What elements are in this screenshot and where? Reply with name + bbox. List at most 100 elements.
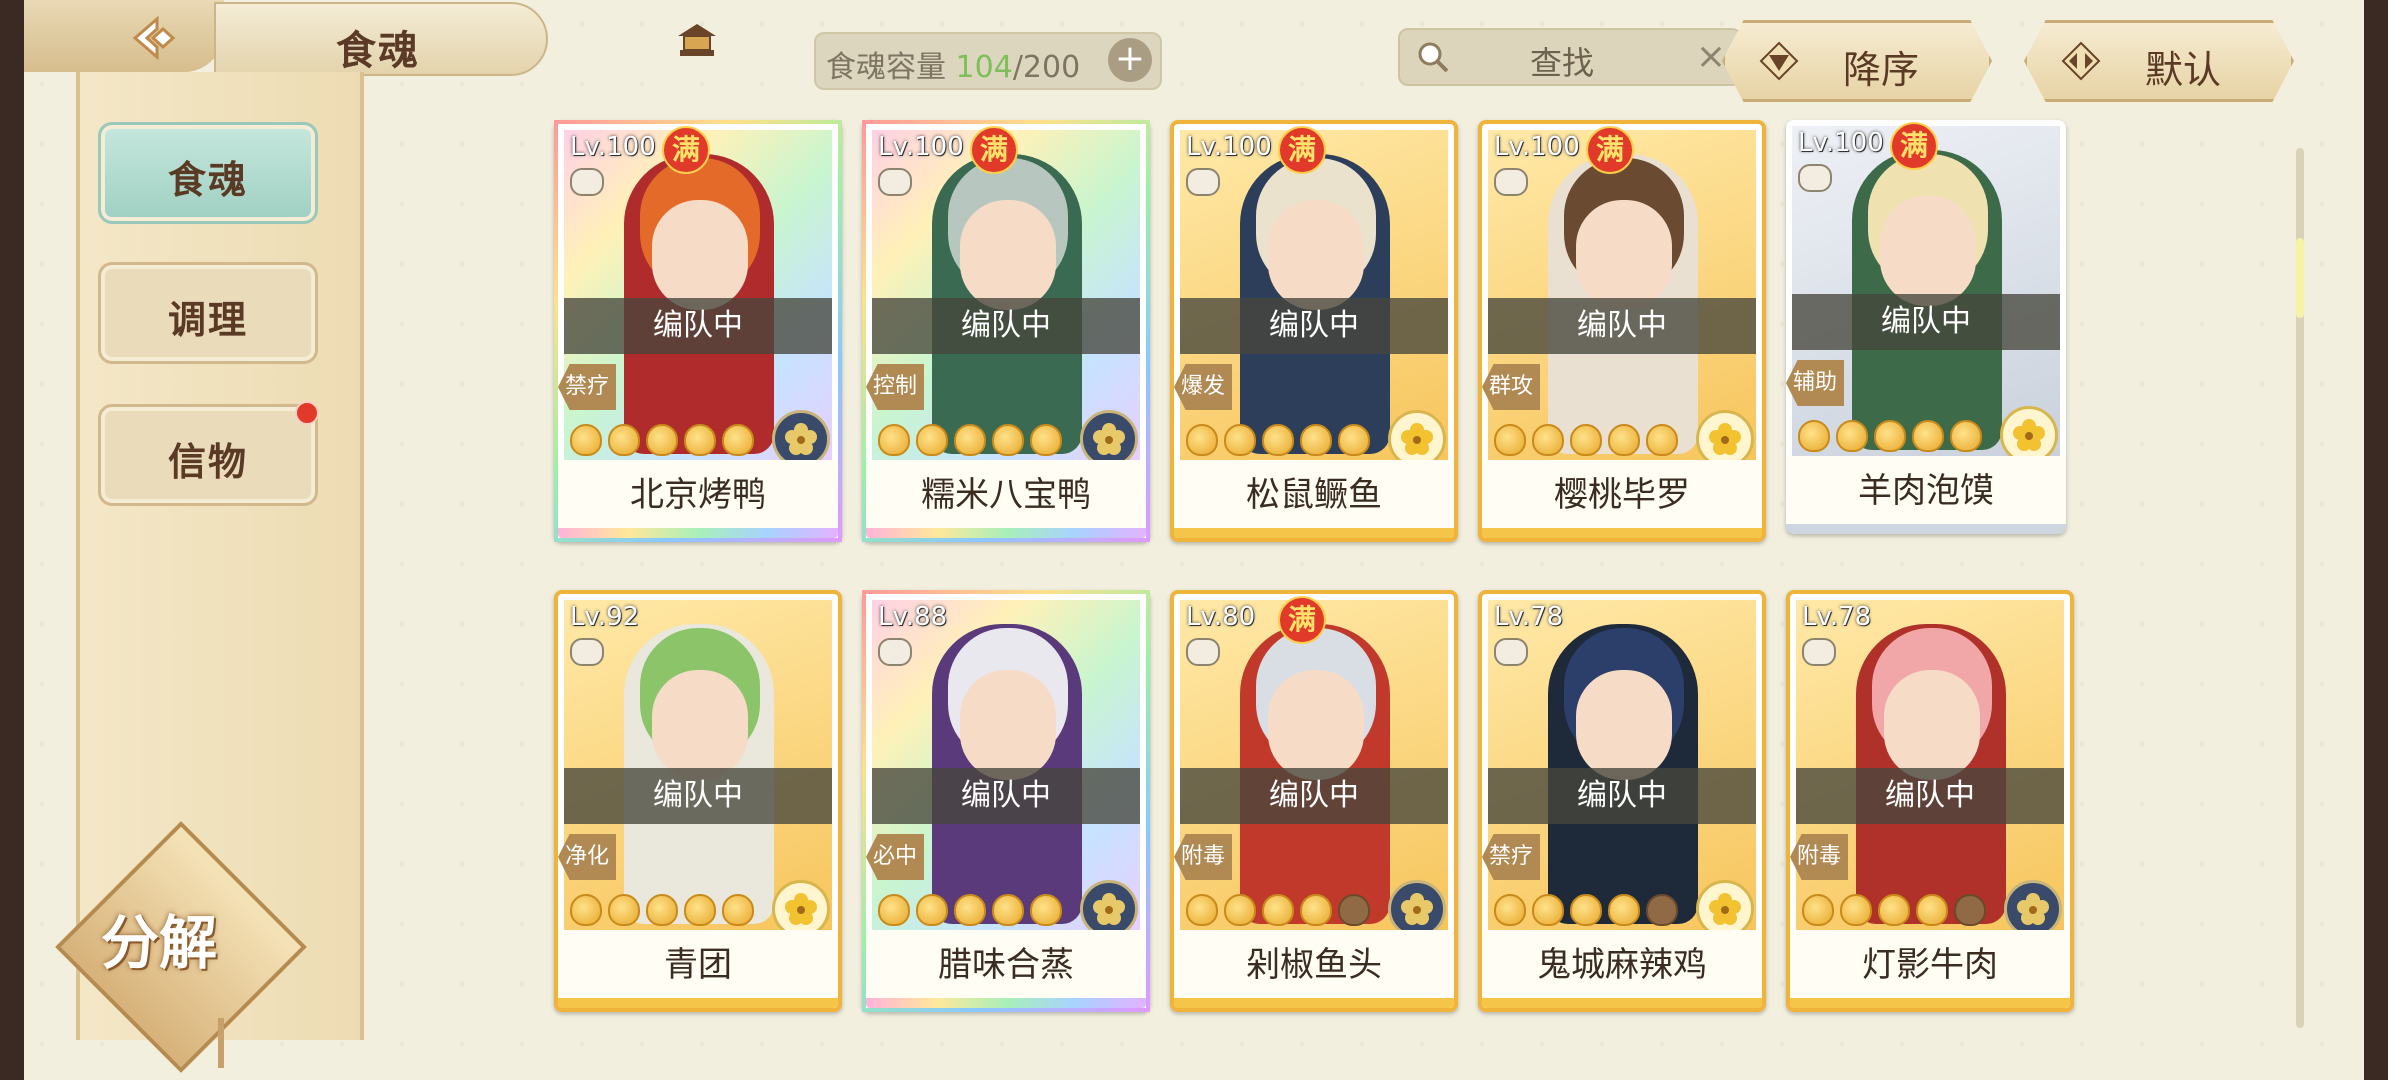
flame-star-icon: [1300, 424, 1332, 456]
level-label: Lv.92: [570, 602, 640, 632]
flame-star-icon: [1874, 420, 1906, 452]
food-soul-name: 糯米八宝鸭: [866, 460, 1146, 530]
flame-star-icon: [1532, 894, 1564, 926]
food-soul-card[interactable]: Lv.100 满编队中 群攻 樱桃毕罗: [1478, 120, 1766, 542]
role-tag: 附毒: [1790, 834, 1848, 880]
flame-star-icon: [878, 424, 910, 456]
lock-icon[interactable]: [1186, 638, 1220, 666]
lock-icon[interactable]: [1798, 164, 1832, 192]
character-face: [1268, 200, 1364, 310]
flame-star-icon: [1186, 894, 1218, 926]
flame-star-icon: [684, 424, 716, 456]
home-pavilion-icon[interactable]: [676, 22, 718, 58]
game-screen: 食魂 食魂容量 104/200 + 查找 × 降序 默认 食魂 调理 信物 分解…: [24, 0, 2364, 1080]
food-soul-card[interactable]: Lv.100 满编队中 爆发 松鼠鳜鱼: [1170, 120, 1458, 542]
food-soul-card[interactable]: Lv.100 满编队中 禁疗 北京烤鸭: [554, 120, 842, 542]
role-tag: 禁疗: [558, 364, 616, 410]
sort-default-button[interactable]: 默认: [2024, 20, 2294, 102]
flower-icon: [1093, 423, 1125, 455]
food-soul-card[interactable]: Lv.100 满编队中 控制 糯米八宝鸭: [862, 120, 1150, 542]
character-face: [652, 200, 748, 310]
star-rating: [1186, 424, 1370, 456]
tassel-decoration: [218, 1018, 224, 1068]
character-face: [652, 670, 748, 780]
food-soul-card[interactable]: Lv.92 编队中 净化 青团: [554, 590, 842, 1012]
scrollbar-thumb[interactable]: [2296, 238, 2304, 318]
character-face: [1268, 670, 1364, 780]
food-soul-card[interactable]: Lv.88 编队中 必中 腊味合蒸: [862, 590, 1150, 1012]
flame-star-icon: [1608, 894, 1640, 926]
flame-star-icon: [1802, 894, 1834, 926]
flame-star-icon: [878, 894, 910, 926]
rarity-strip: [558, 528, 838, 538]
in-team-label: 编队中: [1180, 768, 1448, 824]
sidebar-item-food-souls[interactable]: 食魂: [98, 122, 318, 224]
star-rating: [878, 424, 1062, 456]
level-label: Lv.80: [1186, 602, 1256, 632]
flame-star-icon: [608, 424, 640, 456]
food-soul-name: 樱桃毕罗: [1482, 460, 1762, 530]
max-badge: 满: [1586, 126, 1634, 174]
level-label: Lv.100: [1186, 132, 1272, 162]
max-badge: 满: [1278, 126, 1326, 174]
lock-icon[interactable]: [1494, 168, 1528, 196]
flower-icon: [1709, 893, 1741, 925]
flame-star-icon: [1836, 420, 1868, 452]
in-team-label: 编队中: [1792, 294, 2060, 350]
in-team-label: 编队中: [1796, 768, 2064, 824]
lock-icon[interactable]: [1802, 638, 1836, 666]
level-label: Lv.100: [878, 132, 964, 162]
capacity-label: 食魂容量: [826, 50, 946, 85]
star-rating: [570, 424, 754, 456]
food-soul-name: 青团: [558, 930, 838, 1000]
capacity-display: 食魂容量 104/200 +: [814, 32, 1162, 90]
star-rating: [1798, 420, 1982, 452]
flame-star-icon: [992, 424, 1024, 456]
rarity-strip: [1174, 528, 1454, 538]
food-soul-name: 鬼城麻辣鸡: [1482, 930, 1762, 1000]
search-input[interactable]: 查找: [1530, 38, 1594, 84]
food-soul-card[interactable]: Lv.78 编队中 附毒 灯影牛肉: [1786, 590, 2074, 1012]
sidebar-item-tokens[interactable]: 信物: [98, 401, 319, 506]
star-rating: [570, 894, 754, 926]
scrollbar[interactable]: [2296, 148, 2304, 1028]
in-team-label: 编队中: [1488, 768, 1756, 824]
rarity-strip: [1482, 528, 1762, 538]
in-team-label: 编队中: [872, 298, 1140, 354]
lock-icon[interactable]: [1186, 168, 1220, 196]
flame-star-icon: [646, 894, 678, 926]
flame-star-icon: [916, 424, 948, 456]
food-soul-card[interactable]: Lv.78 编队中 禁疗 鬼城麻辣鸡: [1478, 590, 1766, 1012]
lock-icon[interactable]: [878, 638, 912, 666]
food-soul-name: 羊肉泡馍: [1786, 456, 2066, 526]
food-soul-card[interactable]: Lv.100 满编队中 辅助 羊肉泡馍: [1786, 120, 2066, 534]
sidebar-item-cooking[interactable]: 调理: [98, 262, 318, 364]
capacity-add-button[interactable]: +: [1108, 38, 1152, 82]
star-rating: [1494, 424, 1678, 456]
flame-star-icon: [1300, 894, 1332, 926]
lock-icon[interactable]: [878, 168, 912, 196]
capacity-max: 200: [1022, 50, 1081, 85]
back-button[interactable]: [124, 10, 184, 66]
character-face: [960, 670, 1056, 780]
flame-star-icon: [684, 894, 716, 926]
sort-order-button[interactable]: 降序: [1722, 20, 1992, 102]
search-icon: [1418, 42, 1449, 73]
triangle-down-icon: [1759, 41, 1799, 81]
lock-icon[interactable]: [570, 168, 604, 196]
flame-star-icon: [1030, 894, 1062, 926]
search-clear-icon[interactable]: ×: [1696, 36, 1726, 77]
flower-icon: [2017, 893, 2049, 925]
flower-icon: [2013, 419, 2045, 451]
search-box[interactable]: 查找 ×: [1398, 28, 1742, 86]
flame-star-icon: [1262, 424, 1294, 456]
max-badge: 满: [1278, 596, 1326, 644]
lock-icon[interactable]: [1494, 638, 1528, 666]
flame-star-icon: [954, 424, 986, 456]
food-soul-card[interactable]: Lv.80 满编队中 附毒 剁椒鱼头: [1170, 590, 1458, 1012]
flame-star-icon: [608, 894, 640, 926]
character-face: [1880, 196, 1976, 306]
flower-icon: [1709, 423, 1741, 455]
top-bar: 食魂 食魂容量 104/200 + 查找 × 降序 默认: [24, 0, 2364, 102]
lock-icon[interactable]: [570, 638, 604, 666]
